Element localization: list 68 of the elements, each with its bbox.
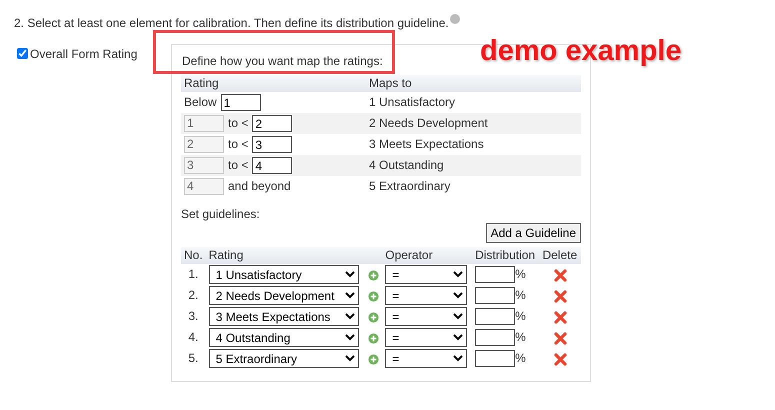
section-title: Set guidelines: bbox=[181, 206, 261, 223]
operator-dropdown[interactable]: = bbox=[385, 307, 468, 326]
delete-icon[interactable] bbox=[554, 352, 567, 366]
checkbox-label: Overall Form Rating bbox=[30, 46, 138, 63]
range-start: 2 bbox=[184, 136, 224, 153]
column-header: Operator bbox=[382, 247, 472, 264]
range-start: 1 bbox=[184, 115, 224, 132]
range-start: 3 bbox=[184, 157, 224, 174]
distribution-input[interactable] bbox=[475, 350, 516, 367]
column-header: Delete bbox=[539, 247, 581, 264]
range-input[interactable]: 2 bbox=[252, 115, 292, 132]
distribution-input[interactable] bbox=[475, 287, 516, 304]
operator-dropdown[interactable]: = bbox=[385, 286, 468, 305]
column-header: Rating bbox=[206, 247, 382, 264]
range-label: and beyond bbox=[228, 179, 291, 194]
maps-to-text: 3 Meets Expectations bbox=[366, 134, 581, 155]
operator-dropdown[interactable]: = bbox=[385, 349, 468, 368]
rating-dropdown[interactable]: 3 Meets Expectations bbox=[208, 307, 359, 326]
row-number: 2. bbox=[188, 288, 198, 302]
delete-icon[interactable] bbox=[554, 310, 567, 324]
delete-icon[interactable] bbox=[554, 290, 567, 303]
percent-sign: % bbox=[515, 330, 526, 345]
row-number: 5. bbox=[188, 351, 198, 366]
range-input[interactable]: 3 bbox=[252, 136, 292, 153]
rating-dropdown[interactable]: 2 Needs Development bbox=[208, 286, 359, 305]
column-header: Rating bbox=[181, 75, 366, 92]
row-number: 3. bbox=[188, 309, 198, 324]
distribution-input[interactable] bbox=[475, 266, 516, 283]
rating-dropdown[interactable]: 5 Extraordinary bbox=[208, 349, 359, 368]
range-label: to < bbox=[228, 158, 248, 173]
rating-dropdown[interactable]: 4 Outstanding bbox=[208, 328, 359, 347]
column-header: No. bbox=[181, 247, 206, 264]
panel-title: Define how you want map the ratings: bbox=[181, 53, 384, 70]
rating-dropdown[interactable]: 1 Unsatisfactory bbox=[208, 265, 359, 284]
row-number: 1. bbox=[188, 267, 198, 282]
range-label: to < bbox=[228, 116, 248, 131]
plus-icon[interactable] bbox=[368, 290, 379, 302]
help-icon bbox=[450, 14, 460, 24]
row-number: 4. bbox=[188, 330, 198, 344]
operator-dropdown[interactable]: = bbox=[385, 328, 468, 347]
percent-sign: % bbox=[515, 309, 526, 324]
range-label: to < bbox=[228, 137, 248, 152]
maps-to-text: 5 Extraordinary bbox=[366, 176, 581, 197]
percent-sign: % bbox=[515, 351, 526, 366]
element-checkbox[interactable] bbox=[17, 48, 28, 59]
plus-icon[interactable] bbox=[368, 312, 379, 323]
delete-icon[interactable] bbox=[554, 268, 567, 282]
add-guideline-button[interactable]: Add a Guideline bbox=[486, 223, 581, 243]
operator-dropdown[interactable]: = bbox=[385, 265, 468, 284]
maps-to-text: 2 Needs Development bbox=[366, 113, 581, 134]
percent-sign: % bbox=[515, 288, 526, 303]
range-input[interactable]: 1 bbox=[220, 94, 261, 111]
plus-icon[interactable] bbox=[368, 354, 379, 365]
column-header: Maps to bbox=[366, 75, 581, 92]
range-start: 4 bbox=[184, 178, 224, 195]
distribution-input[interactable] bbox=[475, 329, 516, 346]
delete-icon[interactable] bbox=[554, 332, 567, 345]
maps-to-text: 4 Outstanding bbox=[366, 155, 581, 176]
plus-icon[interactable] bbox=[368, 270, 379, 281]
percent-sign: % bbox=[515, 267, 526, 282]
annotation-text: demo example bbox=[480, 34, 682, 69]
maps-to-text: 1 Unsatisfactory bbox=[366, 92, 581, 113]
instruction-text: 2. Select at least one element for calibration. Then define its distribution guideline. bbox=[14, 15, 449, 32]
plus-icon[interactable] bbox=[368, 332, 379, 344]
distribution-input[interactable] bbox=[475, 308, 516, 325]
column-header: Distribution bbox=[472, 247, 540, 264]
range-label: Below bbox=[184, 95, 217, 110]
range-input[interactable]: 4 bbox=[252, 157, 292, 174]
